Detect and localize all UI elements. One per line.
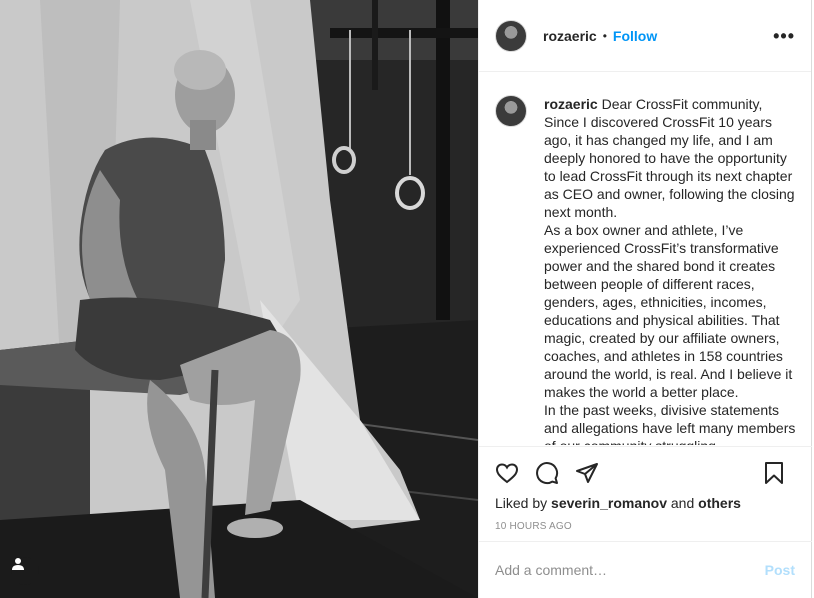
action-icons-row [495,447,796,499]
caption-paragraph-2: As a box owner and athlete, I’ve experie… [544,222,793,400]
bookmark-icon[interactable] [762,461,786,485]
photo-illustration [0,0,478,598]
liker-username[interactable]: severin_romanov [551,495,667,511]
post-timestamp[interactable]: 10 HOURS AGO [495,521,796,532]
likes-summary: Liked by severin_romanov and others [495,495,796,511]
user-icon [12,558,24,570]
comment-bar: Post [479,541,812,598]
caption-paragraph-3: In the past weeks, divisive statements a… [544,402,796,445]
post-comment-button[interactable]: Post [765,562,795,578]
more-options-icon[interactable]: ••• [773,27,795,45]
heart-icon[interactable] [495,461,519,485]
caption-username[interactable]: rozaeric [544,96,598,112]
caption-paragraph-1: Dear CrossFit community, Since I discove… [544,96,795,220]
likes-prefix: Liked by [495,495,548,511]
share-icon[interactable] [575,461,599,485]
caption-paragraph: rozaeric Dear CrossFit community, Since … [544,95,796,221]
tagged-user-button[interactable] [11,557,39,585]
post-sidebar: rozaeric • Follow ••• rozaeric Dear Cros… [478,0,812,598]
caption-section: rozaeric Dear CrossFit community, Since … [479,73,812,445]
author-avatar[interactable] [495,19,527,52]
comment-icon[interactable] [535,461,559,485]
post-header: rozaeric • Follow ••• [479,0,811,72]
caption-avatar[interactable] [495,95,527,127]
likes-conjunction: and [670,495,695,511]
comment-input[interactable] [495,562,765,578]
likes-others-link[interactable]: others [698,495,741,511]
header-separator: • [602,28,607,43]
caption-text: rozaeric Dear CrossFit community, Since … [544,95,796,445]
action-section: Liked by severin_romanov and others 10 H… [479,446,812,532]
post-photo[interactable] [0,0,478,598]
follow-button[interactable]: Follow [613,28,657,44]
author-username[interactable]: rozaeric [543,28,597,44]
